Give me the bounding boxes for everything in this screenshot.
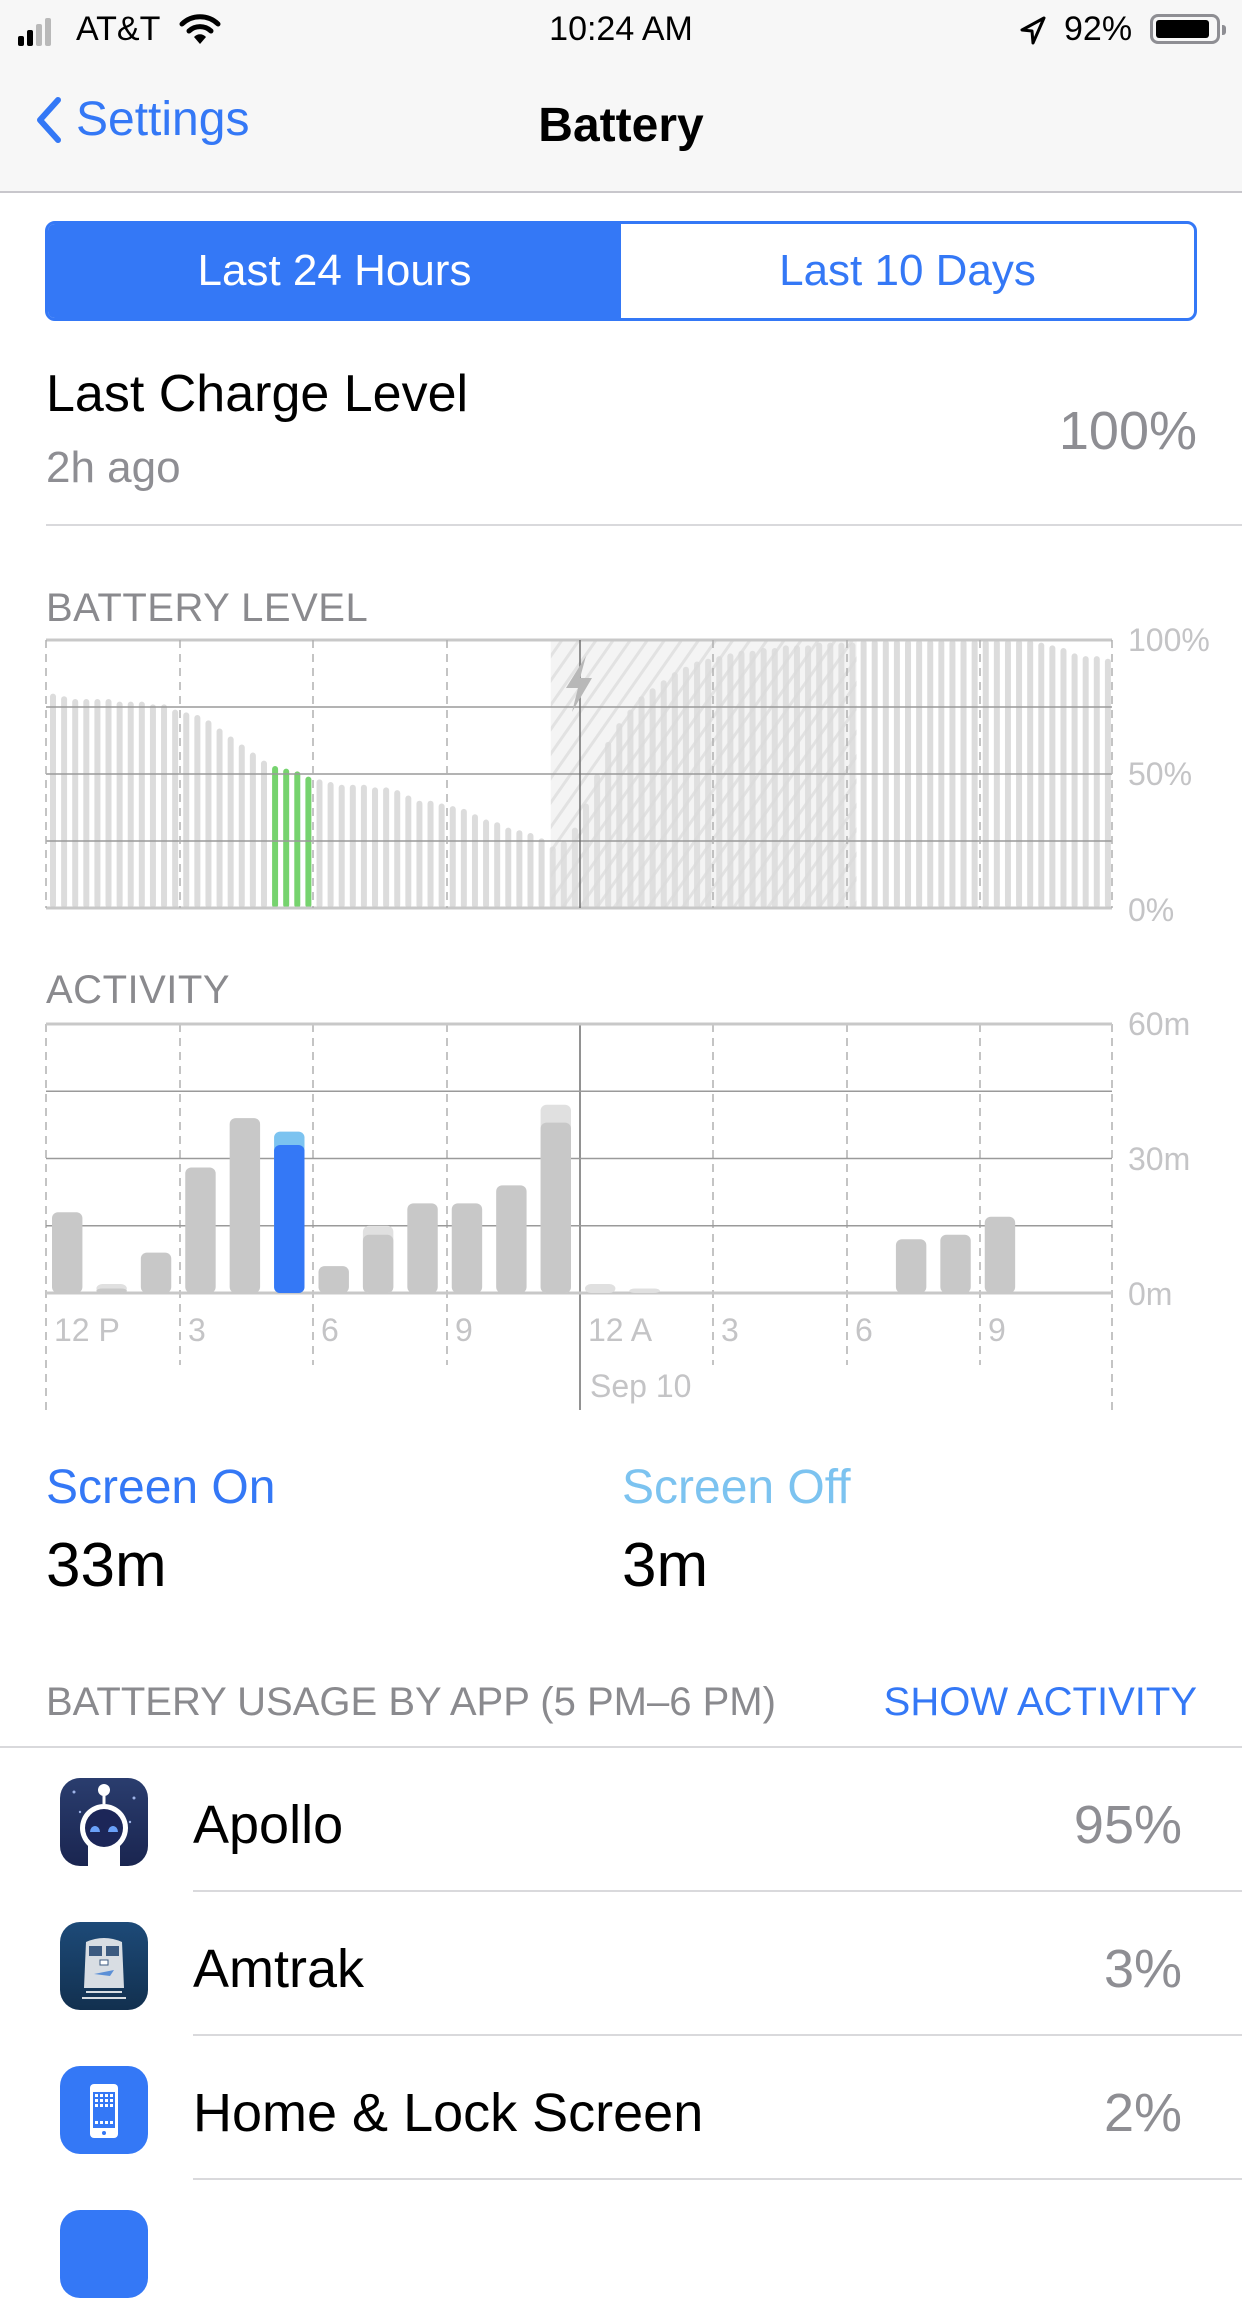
activity-bar-screen-on [185,1167,216,1293]
activity-bar-screen-off [585,1284,616,1293]
activity-bar-screen-on [451,1203,483,1293]
activity-bar-screen-on [984,1216,1016,1293]
app-name: Home & Lock Screen [193,2083,704,2143]
x-tick-label: 12 P [54,1312,120,1348]
activity-bar-screen-on [940,1234,971,1293]
app-row-apollo[interactable]: Apollo 95% [0,1748,1242,1892]
x-tick-label: 12 A [588,1312,653,1348]
activity-bar-screen-on [140,1252,172,1293]
amtrak-app-icon [60,1922,148,2010]
app-row-home-lock-screen[interactable]: Home & Lock Screen 2% [0,2036,1242,2180]
screen-off-label: Screen Off [622,1461,851,1514]
app-row-next[interactable] [0,2180,1242,2324]
activity-bar-screen-on [274,1145,305,1293]
activity-bar-screen-off [629,1288,660,1293]
activity-bar-screen-on [52,1212,83,1293]
screen-off-value: 3m [622,1531,709,1600]
activity-chart[interactable] [0,0,1242,1420]
x-tick-label: 6 [855,1312,873,1348]
activity-ytick-30: 30m [1128,1141,1191,1177]
activity-bar-screen-on [229,1118,261,1293]
app-icon [60,2210,148,2298]
activity-bar-screen-on [318,1266,349,1293]
show-activity-button[interactable]: SHOW ACTIVITY [884,1680,1197,1725]
app-name: Apollo [193,1795,344,1855]
usage-header: BATTERY USAGE BY APP (5 PM–6 PM) [46,1680,776,1724]
activity-bar-screen-on [407,1203,438,1293]
activity-ytick-60: 60m [1128,1006,1191,1042]
activity-bar-screen-on [362,1234,394,1293]
app-row-amtrak[interactable]: Amtrak 3% [0,1892,1242,2036]
activity-bar-screen-on [895,1239,927,1293]
activity-bar-screen-on [96,1288,127,1293]
app-name: Amtrak [193,1939,365,1999]
app-percent: 3% [1103,1939,1182,1999]
app-percent: 95% [1073,1795,1182,1855]
x-tick-label: 9 [455,1312,473,1348]
apollo-app-icon [60,1778,148,1866]
screen-on-label: Screen On [46,1461,276,1514]
x-tick-label: 6 [321,1312,339,1348]
activity-bar-screen-on [496,1185,527,1293]
activity-bar-screen-on [540,1122,571,1293]
screen-on-value: 33m [46,1531,167,1600]
app-percent: 2% [1103,2083,1182,2143]
date-label: Sep 10 [590,1368,692,1404]
x-tick-label: 3 [188,1312,206,1348]
x-tick-label: 3 [721,1312,739,1348]
home-lock-screen-icon [60,2066,148,2154]
activity-ytick-0: 0m [1128,1276,1173,1312]
x-tick-label: 9 [988,1312,1006,1348]
